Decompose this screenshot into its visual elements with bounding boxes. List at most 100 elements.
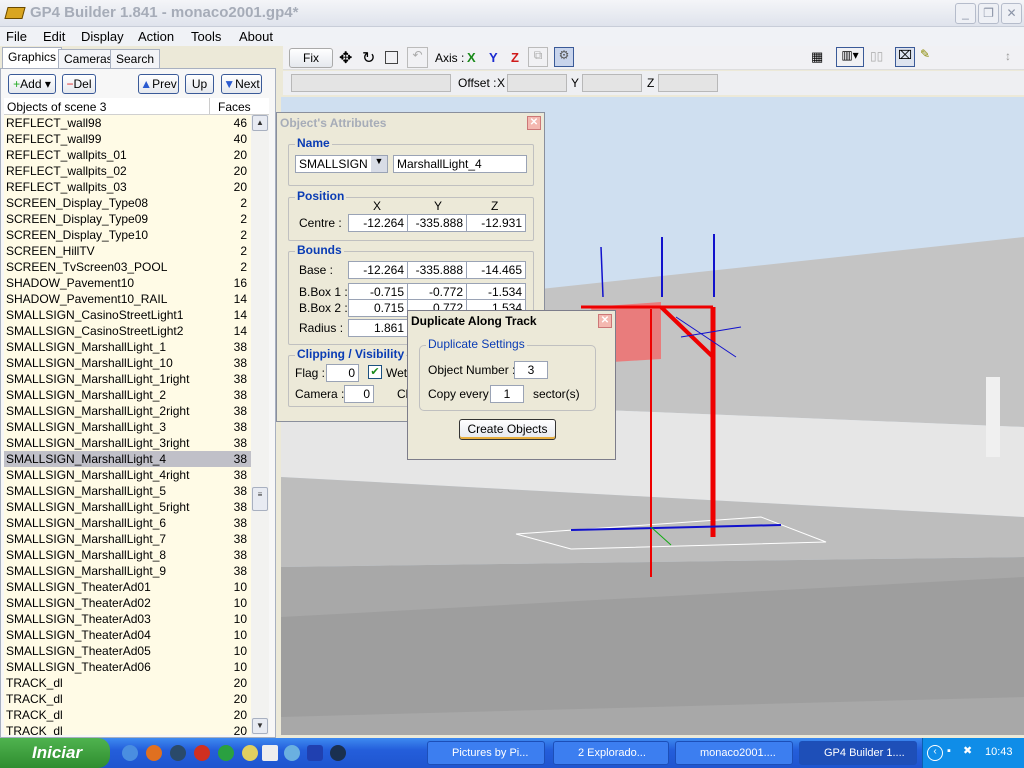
list-item[interactable]: SMALLSIGN_MarshallLight_4 38	[4, 451, 251, 467]
list-item[interactable]: SMALLSIGN_CasinoStreetLight2 14	[4, 323, 251, 339]
close-icon[interactable]: ✕	[598, 314, 612, 328]
list-item[interactable]: SHADOW_Pavement10 16	[4, 275, 251, 291]
volume-mute-icon[interactable]: ✖	[963, 744, 972, 757]
scroll-thumb[interactable]: ≡	[252, 487, 268, 511]
nero-icon[interactable]	[170, 745, 186, 761]
chevron-down-icon[interactable]: ▼	[371, 156, 387, 172]
add-button[interactable]: +Add ▾	[8, 74, 56, 94]
task-explorer[interactable]: 2 Explorado...	[553, 741, 669, 765]
network-icon[interactable]: ▪	[947, 745, 951, 757]
list-item[interactable]: SCREEN_Display_Type08 2	[4, 195, 251, 211]
delete-button[interactable]: −Del	[62, 74, 96, 94]
list-item[interactable]: SMALLSIGN_TheaterAd05 10	[4, 643, 251, 659]
fix-cam-button[interactable]: Fix Cam	[289, 48, 333, 83]
prev-button[interactable]: ▲Prev	[138, 74, 179, 94]
centre-y[interactable]: -335.888	[407, 214, 467, 232]
list-item[interactable]: TRACK_dl 20	[4, 707, 251, 723]
task-pictures[interactable]: Pictures by Pi...	[427, 741, 545, 765]
up-button[interactable]: Up	[185, 74, 214, 94]
menu-about[interactable]: About	[239, 29, 273, 44]
app-icon[interactable]	[242, 745, 258, 761]
media-icon[interactable]	[194, 745, 210, 761]
close-button[interactable]: ✕	[1001, 3, 1022, 24]
wiki-icon[interactable]	[262, 745, 278, 761]
app-icon[interactable]	[330, 745, 346, 761]
tab-search[interactable]: Search	[110, 49, 161, 69]
list-item[interactable]: REFLECT_wallpits_03 20	[4, 179, 251, 195]
list-item[interactable]: REFLECT_wall99 40	[4, 131, 251, 147]
list-item[interactable]: SMALLSIGN_MarshallLight_9 38	[4, 563, 251, 579]
list-scrollbar[interactable]: ▲ ≡ ▼	[251, 115, 269, 735]
base-z[interactable]: -14.465	[466, 261, 526, 279]
next-button[interactable]: ▼Next	[221, 74, 262, 94]
list-item[interactable]: SMALLSIGN_MarshallLight_7 38	[4, 531, 251, 547]
centre-x[interactable]: -12.264	[348, 214, 408, 232]
measure-icon[interactable]: ✎	[920, 47, 930, 61]
toolbar-grip-icon[interactable]: ↕	[1005, 49, 1011, 63]
close-icon[interactable]: ✕	[527, 116, 541, 130]
zoom-box-icon[interactable]	[385, 51, 398, 64]
list-item[interactable]: SMALLSIGN_MarshallLight_6 38	[4, 515, 251, 531]
flag-input[interactable]: 0	[326, 364, 359, 382]
list-item[interactable]: SMALLSIGN_MarshallLight_1 38	[4, 339, 251, 355]
scroll-up-icon[interactable]: ▲	[252, 115, 268, 131]
copy-icon[interactable]: ⧉	[528, 47, 548, 67]
type-select[interactable]: SMALLSIGN ▼	[295, 155, 388, 173]
rotate-icon[interactable]: ↻	[362, 48, 375, 68]
list-item[interactable]: SMALLSIGN_MarshallLight_2right 38	[4, 403, 251, 419]
menu-file[interactable]: File	[6, 29, 27, 44]
object-number-input[interactable]: 3	[514, 361, 548, 379]
list-item[interactable]: REFLECT_wall98 46	[4, 115, 251, 131]
move-icon[interactable]: ✥	[339, 48, 352, 68]
gears-icon[interactable]: ⚙	[554, 47, 574, 67]
list-item[interactable]: SMALLSIGN_MarshallLight_3right 38	[4, 435, 251, 451]
base-x[interactable]: -12.264	[348, 261, 408, 279]
radius-input[interactable]: 1.861	[348, 319, 408, 337]
axis-y-button[interactable]: Y	[489, 50, 498, 65]
messenger-icon[interactable]	[284, 745, 300, 761]
clock[interactable]: 10:43	[985, 746, 1013, 758]
menu-display[interactable]: Display	[81, 29, 124, 44]
wet-checkbox[interactable]: ✔	[368, 365, 382, 379]
axis-x-button[interactable]: X	[467, 50, 476, 65]
offset-y-input[interactable]	[582, 74, 642, 92]
task-monaco[interactable]: monaco2001....	[675, 741, 793, 765]
list-item[interactable]: TRACK_dl 20	[4, 691, 251, 707]
list-item[interactable]: SMALLSIGN_MarshallLight_4right 38	[4, 467, 251, 483]
list-item[interactable]: SMALLSIGN_MarshallLight_5 38	[4, 483, 251, 499]
grid-select-icon[interactable]: ▦	[811, 49, 823, 65]
list-item[interactable]: SMALLSIGN_MarshallLight_3 38	[4, 419, 251, 435]
list-item[interactable]: SMALLSIGN_TheaterAd06 10	[4, 659, 251, 675]
list-item[interactable]: SHADOW_Pavement10_RAIL 14	[4, 291, 251, 307]
menu-tools[interactable]: Tools	[191, 29, 221, 44]
copy-every-input[interactable]: 1	[490, 385, 524, 403]
offset-name-field[interactable]	[291, 74, 451, 92]
menu-action[interactable]: Action	[138, 29, 174, 44]
list-item[interactable]: SCREEN_TvScreen03_POOL 2	[4, 259, 251, 275]
objects-list[interactable]: REFLECT_wall98 46 REFLECT_wall99 40 REFLECT_…	[4, 115, 251, 735]
menu-edit[interactable]: Edit	[43, 29, 65, 44]
task-gp4-builder[interactable]: GP4 Builder 1....	[799, 741, 917, 765]
list-item[interactable]: SMALLSIGN_TheaterAd04 10	[4, 627, 251, 643]
centre-z[interactable]: -12.931	[466, 214, 526, 232]
list-item[interactable]: SMALLSIGN_MarshallLight_8 38	[4, 547, 251, 563]
list-item[interactable]: SMALLSIGN_TheaterAd01 10	[4, 579, 251, 595]
utorrent-icon[interactable]	[218, 745, 234, 761]
chevron-left-icon[interactable]: ‹	[927, 745, 943, 761]
list-item[interactable]: SMALLSIGN_MarshallLight_10 38	[4, 355, 251, 371]
list-item[interactable]: SMALLSIGN_MarshallLight_1right 38	[4, 371, 251, 387]
camera-input[interactable]: 0	[344, 385, 374, 403]
column-faces[interactable]: Faces	[218, 100, 251, 114]
bars-icon[interactable]: ▯▯	[870, 49, 883, 63]
base-y[interactable]: -335.888	[407, 261, 467, 279]
undo-icon[interactable]: ↶	[407, 47, 428, 68]
list-item[interactable]: SMALLSIGN_TheaterAd03 10	[4, 611, 251, 627]
offset-z-input[interactable]	[658, 74, 718, 92]
axis-z-button[interactable]: Z	[511, 50, 519, 65]
start-button[interactable]: Iniciar	[0, 738, 110, 768]
list-item[interactable]: REFLECT_wallpits_01 20	[4, 147, 251, 163]
app-icon[interactable]	[307, 745, 323, 761]
list-item[interactable]: SMALLSIGN_MarshallLight_2 38	[4, 387, 251, 403]
name-input[interactable]: MarshallLight_4	[393, 155, 527, 173]
list-item[interactable]: TRACK_dl 20	[4, 675, 251, 691]
